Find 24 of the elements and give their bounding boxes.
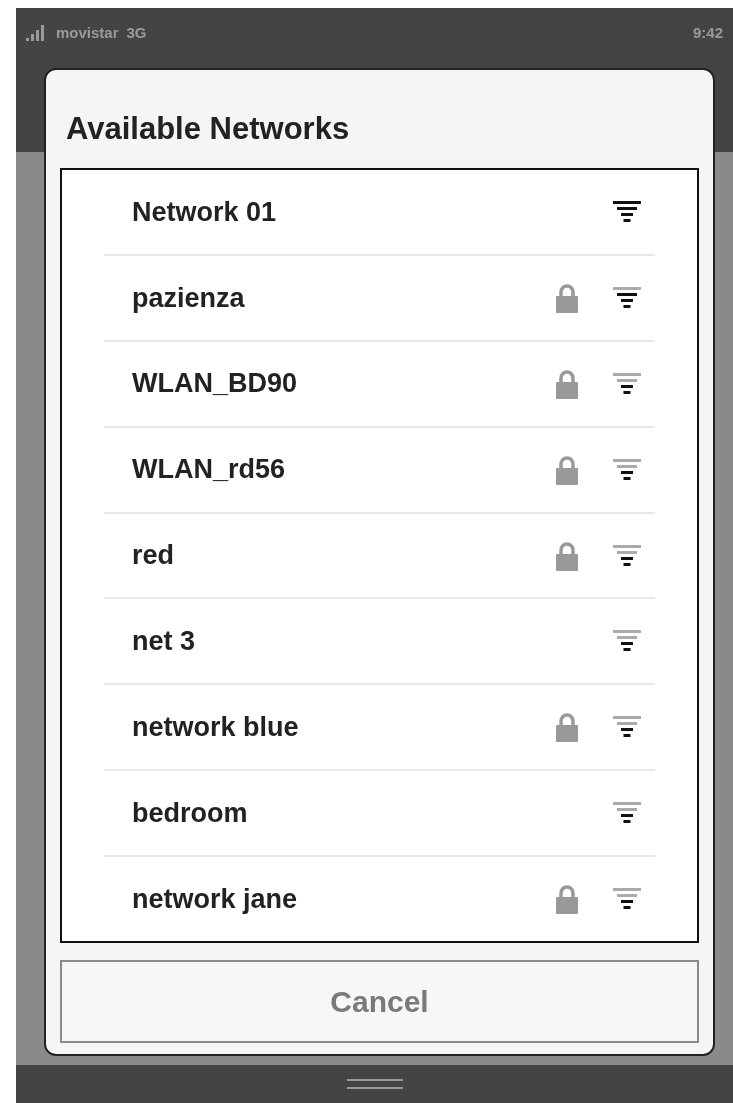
network-row[interactable]: WLAN_BD90 <box>104 339 655 426</box>
network-name: network jane <box>132 882 299 916</box>
network-name: network blue <box>132 711 300 745</box>
dialog-title: Available Networks <box>66 110 351 148</box>
network-type: 3G <box>126 22 147 43</box>
carrier-name: movistar <box>56 22 119 43</box>
network-name: net 3 <box>132 625 197 659</box>
clock: 9:42 <box>692 22 723 43</box>
network-row[interactable]: Network 01 <box>104 170 655 254</box>
network-name: Network 01 <box>132 195 278 229</box>
network-name: bedroom <box>132 796 249 830</box>
network-name: WLAN_BD90 <box>132 367 299 401</box>
network-row[interactable]: pazienza <box>104 253 655 340</box>
network-name: red <box>132 539 176 573</box>
cancel-button[interactable]: Cancel <box>60 960 699 1043</box>
network-row[interactable]: WLAN_rd56 <box>104 425 655 512</box>
network-row[interactable]: red <box>104 511 655 598</box>
handle-icon[interactable] <box>346 1077 403 1091</box>
network-row[interactable]: network jane <box>104 855 655 941</box>
network-name: pazienza <box>132 281 246 315</box>
network-row[interactable]: network blue <box>104 683 655 770</box>
network-name: WLAN_rd56 <box>132 453 287 487</box>
network-row[interactable]: bedroom <box>104 769 655 856</box>
network-row[interactable]: net 3 <box>104 597 655 684</box>
